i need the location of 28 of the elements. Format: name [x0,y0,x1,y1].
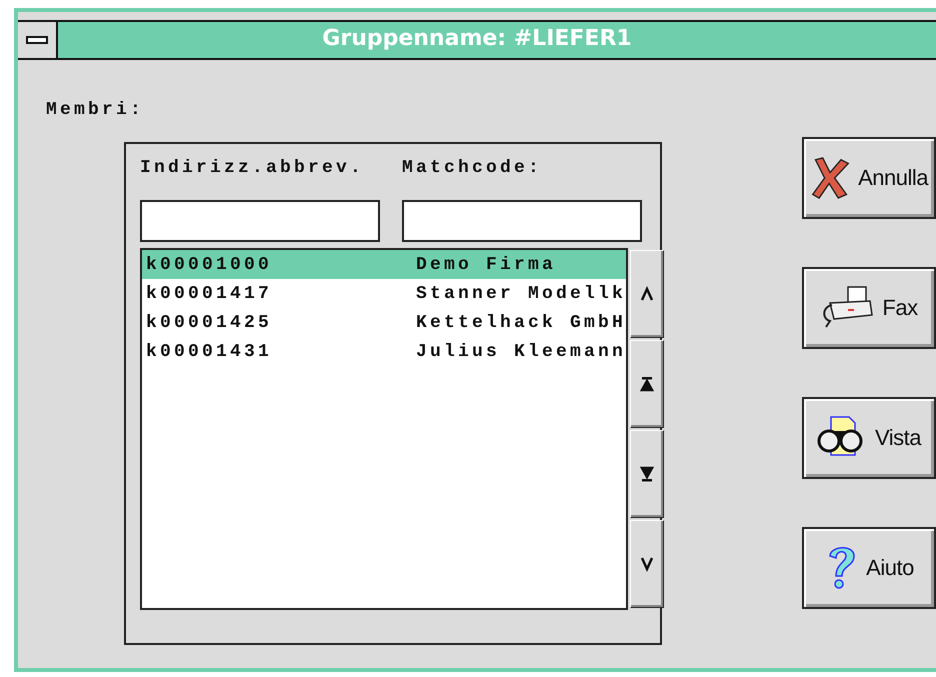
action-button[interactable]: Aiuto [802,527,936,609]
code-text: k00001431 [146,342,274,362]
minus-icon [26,36,48,44]
scroll-button[interactable] [630,430,664,518]
scroll-button[interactable] [630,340,664,428]
list-row[interactable]: k00001000 Demo Firma [142,250,626,279]
code-text: k00001425 [146,312,274,332]
window-title: Gruppenname: #LIEFER1 [321,25,633,53]
name-text: Kettelhack GmbH [416,312,626,332]
system-menu-button[interactable] [18,22,58,58]
cross-icon [810,154,850,202]
scroll-button[interactable] [630,520,664,608]
action-button[interactable]: Vista [802,397,936,479]
members-label: Membri: [46,100,146,120]
column-label: Matchcode: [402,158,544,180]
name-text: Stanner Modellk [416,284,626,304]
action-button[interactable]: Annulla [802,137,936,219]
name-text: Demo Firma [416,254,558,274]
code-text: k00001000 [146,254,274,274]
bottom-arrow-icon [639,466,656,482]
action-button[interactable]: Fax [802,267,936,349]
code-text: k00001417 [146,284,274,304]
scroll-button[interactable] [630,250,664,338]
name-text: Julius Kleemann [416,342,626,362]
column-label: Indirizz.abbrev. [140,158,366,180]
filter-field[interactable] [140,200,380,242]
top-arrow-icon [639,376,656,392]
filter-field[interactable] [402,200,642,242]
